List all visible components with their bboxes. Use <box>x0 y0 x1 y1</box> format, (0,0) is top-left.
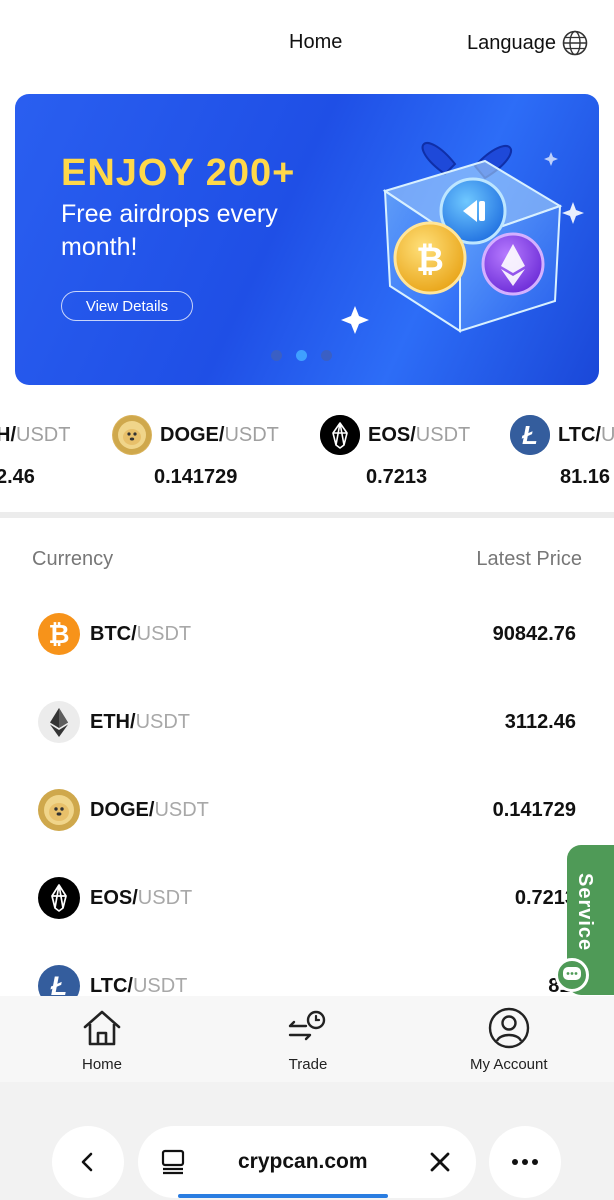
ticker-pair: DOGE/USDT <box>160 423 279 446</box>
pagination-dot[interactable] <box>321 350 332 361</box>
column-latest-price: Latest Price <box>476 548 582 570</box>
nav-trade-label: Trade <box>288 1056 328 1073</box>
pair-label: EOS/USDT <box>90 887 193 909</box>
pagination-dot[interactable] <box>271 350 282 361</box>
chevron-left-icon <box>81 1152 93 1172</box>
banner-title: ENJOY 200+ <box>61 152 296 194</box>
ticker-item[interactable]: Ł LTC/U 81.16 <box>510 402 614 502</box>
browser-toolbar: crypcan.com <box>0 1082 614 1200</box>
ticker-price: 2.46 <box>0 466 35 488</box>
nav-home-link[interactable]: Home <box>289 31 342 54</box>
nav-home-label: Home <box>81 1056 122 1073</box>
ticker-price: 0.141729 <box>154 466 238 488</box>
url-text: crypcan.com <box>238 1150 368 1173</box>
tabs-icon <box>161 1149 185 1175</box>
nav-trade-tab[interactable]: Trade <box>286 1006 330 1073</box>
doge-coin-icon <box>112 415 152 455</box>
market-row[interactable]: ₿ BTC/USDT 90842.76 <box>0 603 614 663</box>
page-load-progress <box>178 1194 388 1198</box>
top-header: Home Language <box>0 0 614 88</box>
market-list-header: Currency Latest Price <box>0 548 614 578</box>
ticker-pair: H/USDT <box>0 423 71 446</box>
ticker-pair: EOS/USDT <box>368 423 471 446</box>
nav-home-tab[interactable]: Home <box>80 1006 124 1073</box>
service-label: Service <box>574 873 596 952</box>
gift-box-illustration: ₿ <box>341 142 584 334</box>
back-button[interactable] <box>52 1126 124 1198</box>
ticker-item[interactable]: H/USDT 2.46 <box>0 402 70 502</box>
ticker-item[interactable]: DOGE/USDT 0.141729 <box>112 402 279 502</box>
eos-coin-icon <box>38 877 80 919</box>
market-row[interactable]: EOS/USDT 0.7213 <box>0 867 614 927</box>
language-selector[interactable]: Language <box>467 30 588 56</box>
pair-label: BTC/USDT <box>90 623 192 645</box>
more-options-button[interactable] <box>489 1126 561 1198</box>
ticker-pair: LTC/U <box>558 423 614 446</box>
trade-icon <box>288 1010 326 1041</box>
ticker-item[interactable]: EOS/USDT 0.7213 <box>320 402 470 502</box>
doge-coin-icon <box>38 789 80 831</box>
market-row[interactable]: ETH/USDT 3112.46 <box>0 691 614 751</box>
pagination-dot-active[interactable] <box>296 350 307 361</box>
eos-coin-icon <box>320 415 360 455</box>
price-ticker: H/USDT 2.46 DOGE/USDT 0.141729 EOS/USDT … <box>0 402 614 510</box>
svg-text:₿: ₿ <box>416 241 444 279</box>
svg-text:₿: ₿ <box>48 619 69 649</box>
nav-account-label: My Account <box>470 1056 548 1073</box>
nav-account-tab[interactable]: My Account <box>470 1006 548 1073</box>
latest-price: 90842.76 <box>492 623 576 645</box>
market-row[interactable]: DOGE/USDT 0.141729 <box>0 779 614 839</box>
btc-coin-icon: ₿ <box>38 613 80 655</box>
globe-icon <box>562 30 588 56</box>
more-dots-icon <box>512 1159 538 1165</box>
view-details-button[interactable]: View Details <box>61 291 193 321</box>
banner-subtitle: Free airdrops every month! <box>61 200 278 261</box>
latest-price: 0.141729 <box>492 799 576 821</box>
language-label: Language <box>467 31 556 54</box>
pair-label: ETH/USDT <box>90 711 191 733</box>
ticker-price: 81.16 <box>560 466 611 488</box>
column-currency: Currency <box>32 548 114 570</box>
banner-pagination[interactable] <box>271 350 332 361</box>
address-bar[interactable]: crypcan.com <box>138 1126 476 1198</box>
svg-text:Ł: Ł <box>521 420 538 450</box>
section-divider <box>0 512 614 518</box>
bottom-navigation: Home Trade My Account <box>0 996 614 1082</box>
ltc-coin-icon: Ł <box>510 415 550 455</box>
chat-bubble-icon[interactable] <box>555 958 589 992</box>
pair-label: LTC/USDT <box>90 975 188 997</box>
close-icon[interactable] <box>428 1150 452 1174</box>
latest-price: 3112.46 <box>504 711 576 733</box>
eth-coin-icon <box>38 701 80 743</box>
pair-label: DOGE/USDT <box>90 799 209 821</box>
user-icon <box>488 1007 529 1049</box>
promo-banner[interactable]: ENJOY 200+ Free airdrops every month! Vi… <box>15 94 599 385</box>
home-icon <box>83 1010 121 1046</box>
ticker-price: 0.7213 <box>366 466 428 488</box>
